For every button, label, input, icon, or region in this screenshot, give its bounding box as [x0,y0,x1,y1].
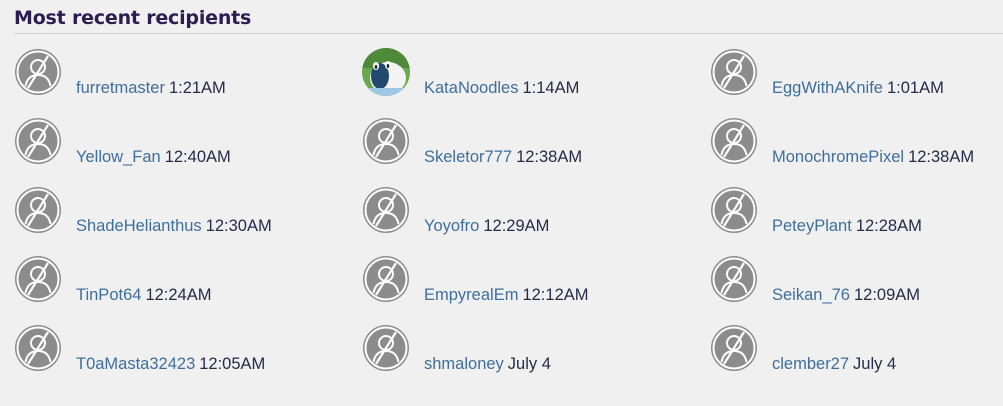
recipient-name-link[interactable]: clember27 [772,355,849,373]
recipients-grid: furretmaster 1:21AM KataNoodles 1:14AM Egg… [14,46,999,391]
recipient-info: clember27 July 4 [772,355,896,374]
default-avatar-icon[interactable] [14,48,62,96]
recipient-time: 12:28AM [855,217,922,235]
recipient-item: furretmaster 1:21AM [14,46,362,115]
recipient-item: Yellow_Fan 12:40AM [14,115,362,184]
default-avatar-icon[interactable] [14,255,62,303]
recipient-item: PeteyPlant 12:28AM [710,184,999,253]
recipient-info: ShadeHelianthus 12:30AM [76,217,272,236]
recipient-time: 12:12AM [522,286,589,304]
recipient-time: July 4 [507,355,551,373]
default-avatar-icon[interactable] [710,255,758,303]
recipient-name-link[interactable]: Skeletor777 [424,148,512,166]
recipient-name-link[interactable]: T0aMasta32423 [76,355,195,373]
recipient-name-link[interactable]: KataNoodles [424,79,518,97]
recipient-info: shmaloney July 4 [424,355,551,374]
recipient-info: EggWithAKnife 1:01AM [772,79,944,98]
recipient-time: 12:29AM [483,217,550,235]
default-avatar-icon[interactable] [362,324,410,372]
default-avatar-icon[interactable] [710,186,758,234]
recipient-item: Yoyofro 12:29AM [362,184,710,253]
recipient-item: EmpyrealEm 12:12AM [362,253,710,322]
recipient-name-link[interactable]: TinPot64 [76,286,141,304]
recipient-item: MonochromePixel 12:38AM [710,115,999,184]
recipient-item: clember27 July 4 [710,322,999,391]
default-avatar-icon[interactable] [362,255,410,303]
recipient-name-link[interactable]: Seikan_76 [772,286,850,304]
recipient-info: MonochromePixel 12:38AM [772,148,974,167]
recipient-name-link[interactable]: PeteyPlant [772,217,852,235]
recipient-info: Yellow_Fan 12:40AM [76,148,231,167]
recipient-info: KataNoodles 1:14AM [424,79,579,98]
recipient-info: T0aMasta32423 12:05AM [76,355,265,374]
recipient-time: July 4 [853,355,897,373]
default-avatar-icon[interactable] [362,117,410,165]
recent-recipients-panel: Most recent recipients furretmaster 1:21A… [0,0,1003,406]
recipient-info: TinPot64 12:24AM [76,286,211,305]
recipient-item: T0aMasta32423 12:05AM [14,322,362,391]
recipient-time: 12:09AM [853,286,921,304]
section-title: Most recent recipients [14,7,252,29]
section-header: Most recent recipients [14,6,1003,34]
recipient-name-link[interactable]: shmaloney [424,355,504,373]
default-avatar-icon[interactable] [14,117,62,165]
recipient-item: ShadeHelianthus 12:30AM [14,184,362,253]
default-avatar-icon[interactable] [710,324,758,372]
recipient-name-link[interactable]: ShadeHelianthus [76,217,202,235]
default-avatar-icon[interactable] [14,324,62,372]
recipient-name-link[interactable]: EggWithAKnife [772,79,883,97]
recipient-name-link[interactable]: Yellow_Fan [76,148,161,166]
recipient-item: Seikan_76 12:09AM [710,253,999,322]
user-avatar[interactable] [362,48,410,96]
default-avatar-icon[interactable] [362,186,410,234]
recipient-name-link[interactable]: EmpyrealEm [424,286,518,304]
recipient-info: EmpyrealEm 12:12AM [424,286,589,305]
default-avatar-icon[interactable] [14,186,62,234]
recipient-name-link[interactable]: furretmaster [76,79,165,97]
recipient-time: 12:38AM [516,148,583,166]
recipient-item: Skeletor777 12:38AM [362,115,710,184]
recipient-item: EggWithAKnife 1:01AM [710,46,999,115]
recipient-time: 12:38AM [908,148,975,166]
recipient-time: 12:30AM [205,217,272,235]
recipient-item: shmaloney July 4 [362,322,710,391]
recipient-item: TinPot64 12:24AM [14,253,362,322]
recipient-time: 1:01AM [886,79,944,97]
default-avatar-icon[interactable] [710,48,758,96]
recipient-time: 12:24AM [145,286,212,304]
recipient-name-link[interactable]: MonochromePixel [772,148,904,166]
recipient-info: Yoyofro 12:29AM [424,217,549,236]
recipient-time: 12:05AM [199,355,266,373]
recipient-info: Skeletor777 12:38AM [424,148,582,167]
recipient-time: 1:21AM [168,79,226,97]
recipient-info: Seikan_76 12:09AM [772,286,920,305]
recipient-info: PeteyPlant 12:28AM [772,217,922,236]
recipient-name-link[interactable]: Yoyofro [424,217,479,235]
recipient-info: furretmaster 1:21AM [76,79,226,98]
recipient-time: 12:40AM [164,148,231,166]
default-avatar-icon[interactable] [710,117,758,165]
recipient-time: 1:14AM [522,79,580,97]
recipient-item: KataNoodles 1:14AM [362,46,710,115]
